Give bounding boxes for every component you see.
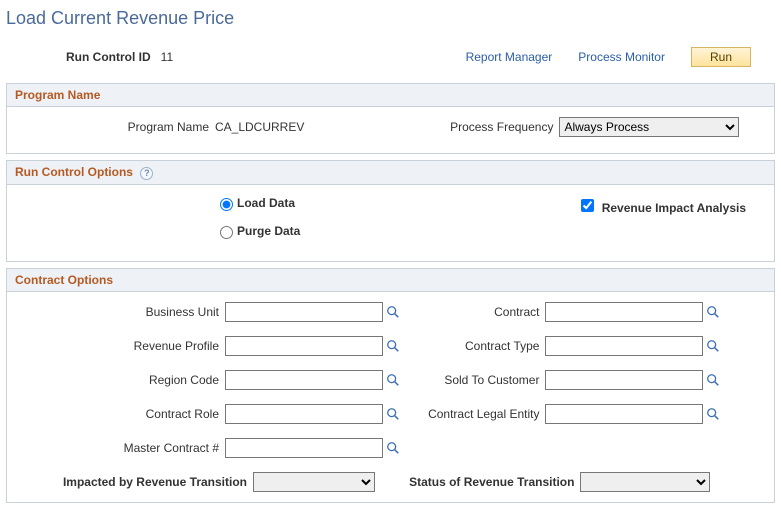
run-control-id-value: 11	[161, 50, 173, 64]
status-of-revenue-transition-select[interactable]	[580, 472, 710, 492]
revenue-impact-option[interactable]: Revenue Impact Analysis	[577, 196, 746, 215]
contract-options-body: Business Unit Contract Revenue Profile C…	[6, 292, 775, 503]
business-unit-label: Business Unit	[15, 305, 225, 319]
help-icon[interactable]: ?	[140, 167, 153, 180]
business-unit-input[interactable]	[225, 302, 383, 322]
contract-role-label: Contract Role	[15, 407, 225, 421]
revenue-impact-label: Revenue Impact Analysis	[602, 201, 746, 215]
purge-data-option[interactable]: Purge Data	[215, 223, 300, 239]
run-control-options-title: Run Control Options	[15, 165, 133, 179]
contract-label: Contract	[375, 305, 545, 319]
purge-data-radio[interactable]	[220, 226, 233, 239]
load-data-option[interactable]: Load Data	[215, 195, 295, 211]
contract-legal-entity-input[interactable]	[545, 404, 703, 424]
process-frequency-label: Process Frequency	[375, 120, 559, 134]
process-monitor-link[interactable]: Process Monitor	[578, 50, 665, 64]
page-title: Load Current Revenue Price	[6, 8, 775, 29]
revenue-profile-label: Revenue Profile	[15, 339, 225, 353]
sold-to-customer-input[interactable]	[545, 370, 703, 390]
run-control-options-header: Run Control Options ?	[6, 160, 775, 185]
run-control-id-label: Run Control ID	[66, 50, 151, 64]
lookup-icon[interactable]	[706, 339, 720, 353]
program-name-body: Program Name CA_LDCURREV Process Frequen…	[6, 107, 775, 154]
program-name-value: CA_LDCURREV	[215, 120, 304, 134]
contract-options-header: Contract Options	[6, 268, 775, 292]
region-code-input[interactable]	[225, 370, 383, 390]
master-contract-input[interactable]	[225, 438, 383, 458]
lookup-icon[interactable]	[706, 305, 720, 319]
load-data-radio[interactable]	[220, 198, 233, 211]
process-frequency-select[interactable]: Always Process	[559, 117, 739, 137]
region-code-label: Region Code	[15, 373, 225, 387]
lookup-icon[interactable]	[386, 441, 400, 455]
run-button[interactable]: Run	[691, 47, 751, 67]
revenue-impact-checkbox[interactable]	[581, 199, 594, 212]
status-of-revenue-transition-label: Status of Revenue Transition	[375, 475, 580, 489]
lookup-icon[interactable]	[706, 407, 720, 421]
lookup-icon[interactable]	[706, 373, 720, 387]
contract-role-input[interactable]	[225, 404, 383, 424]
impacted-by-revenue-transition-label: Impacted by Revenue Transition	[15, 475, 253, 489]
program-name-label: Program Name	[15, 120, 215, 134]
contract-legal-entity-label: Contract Legal Entity	[375, 407, 545, 421]
run-control-options-body: Load Data Revenue Impact Analysis Purge …	[6, 185, 775, 262]
purge-data-label: Purge Data	[237, 224, 300, 238]
impacted-by-revenue-transition-select[interactable]	[253, 472, 375, 492]
report-manager-link[interactable]: Report Manager	[466, 50, 553, 64]
master-contract-label: Master Contract #	[15, 441, 225, 455]
contract-type-input[interactable]	[545, 336, 703, 356]
top-row: Run Control ID 11 Report Manager Process…	[6, 47, 775, 67]
contract-type-label: Contract Type	[375, 339, 545, 353]
sold-to-customer-label: Sold To Customer	[375, 373, 545, 387]
contract-input[interactable]	[545, 302, 703, 322]
revenue-profile-input[interactable]	[225, 336, 383, 356]
program-name-header: Program Name	[6, 83, 775, 107]
load-data-label: Load Data	[237, 196, 295, 210]
